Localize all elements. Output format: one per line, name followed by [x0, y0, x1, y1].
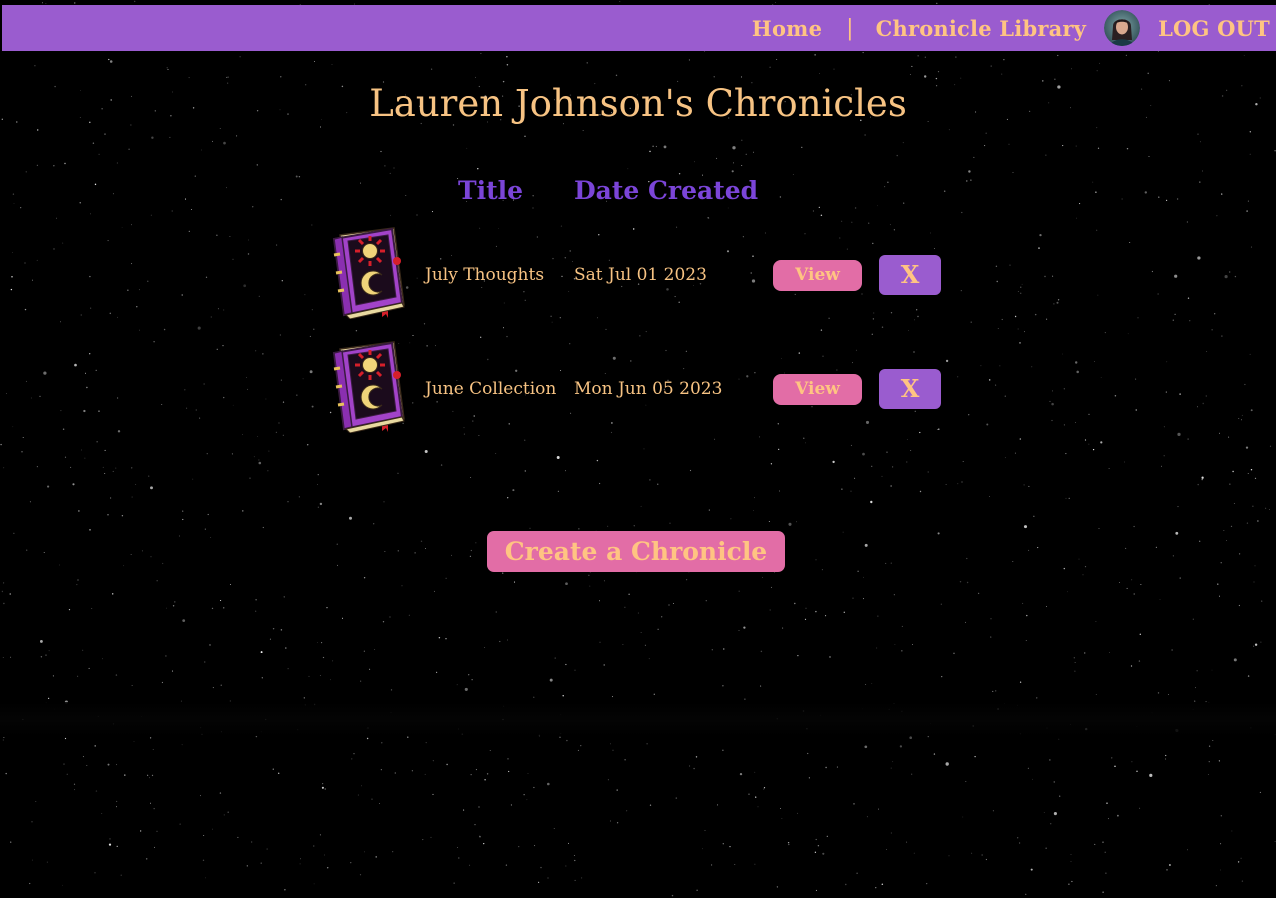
row-date: Mon Jun 05 2023	[574, 379, 723, 399]
logout-link[interactable]: LOG OUT	[1158, 16, 1270, 41]
nav-chronicle-library-link[interactable]: Chronicle Library	[876, 16, 1087, 41]
chronicle-book-icon	[332, 341, 405, 433]
row-date: Sat Jul 01 2023	[574, 265, 707, 285]
column-header-title: Title	[458, 176, 524, 205]
nav-separator: |	[846, 15, 854, 41]
row-title: June Collection	[425, 379, 557, 399]
view-button[interactable]: View	[773, 260, 862, 291]
user-avatar[interactable]	[1104, 10, 1141, 46]
row-title: July Thoughts	[425, 265, 545, 285]
column-header-date-created: Date Created	[574, 176, 759, 205]
top-navbar: Home | Chronicle Library LOG OUT	[2, 5, 1276, 51]
avatar-image-icon	[1104, 10, 1141, 46]
page-title: Lauren Johnson's Chronicles	[369, 82, 907, 125]
main-content: Lauren Johnson's Chronicles Title Date C…	[0, 0, 1276, 898]
nav-home-link[interactable]: Home	[752, 16, 822, 41]
delete-button[interactable]: X	[879, 369, 941, 409]
create-chronicle-button[interactable]: Create a Chronicle	[487, 531, 785, 572]
nav-items: Home | Chronicle Library LOG OUT	[752, 5, 1270, 51]
view-button[interactable]: View	[773, 374, 862, 405]
delete-button[interactable]: X	[879, 255, 941, 295]
chronicle-book-icon	[332, 227, 405, 319]
